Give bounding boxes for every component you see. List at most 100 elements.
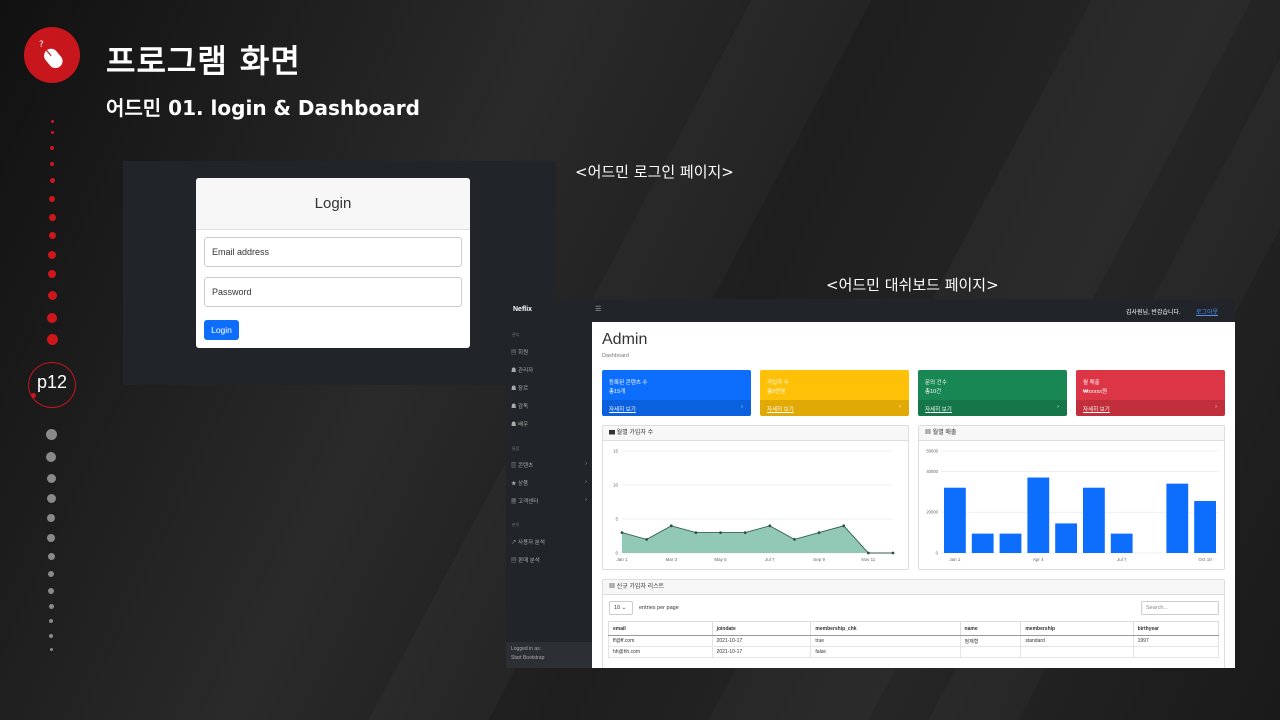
menu-icon[interactable]: ☰ xyxy=(595,305,601,313)
table-search-input[interactable]: Search... xyxy=(1141,601,1219,615)
stat-card-contents: 등록된 콘텐츠 수 총15개 자세히 보기 › xyxy=(602,370,751,416)
column-header[interactable]: membership_chk xyxy=(810,621,961,636)
panel-header: ▦ 월별 매출 xyxy=(919,426,1224,441)
entries-select[interactable]: 10 ⌄ xyxy=(609,601,633,615)
y-tick-label: 5 xyxy=(615,517,618,522)
area-fill xyxy=(622,525,893,553)
sidebar: 관리 ▤ 회원 ☗ 관리자 ☗ 장르 ☗ 감독 ☗ 배우 통합 ▥ 콘텐츠 › ★… xyxy=(506,322,592,668)
card-footer[interactable]: 자세히 보기 › xyxy=(602,400,751,416)
star-icon: ★ xyxy=(511,481,517,487)
data-point xyxy=(743,531,747,534)
sidebar-item-sales-analysis[interactable]: ▤ 판매 분석 xyxy=(511,556,589,564)
login-title: Login xyxy=(196,178,470,230)
column-header[interactable]: membership xyxy=(1020,621,1134,636)
monthly-members-panel: ▆ 월별 가입자 수 0 5 10 15 Jan 1 Mar 3 May 5 Jul 7 Sep… xyxy=(602,425,909,570)
table-row[interactable]: hh@hh.com 2021-10-17 false xyxy=(608,646,1220,658)
password-field[interactable]: Password xyxy=(204,277,462,307)
table-cell: 정재형 xyxy=(959,635,1022,647)
bar xyxy=(1110,533,1133,553)
book-icon: ▦ xyxy=(511,499,517,505)
chevron-right-icon: › xyxy=(1057,404,1059,410)
data-point xyxy=(719,531,722,534)
sidebar-item-label: 감독 xyxy=(518,404,529,410)
logout-link[interactable]: 로그아웃 xyxy=(1196,307,1218,316)
x-tick-label: Sep 9 xyxy=(813,557,825,562)
sidebar-item-products[interactable]: ★ 상품 › xyxy=(511,479,589,487)
y-tick-label: 0 xyxy=(615,551,618,556)
stat-card-inquiries: 문의 건수 총10건 자세히 보기 › xyxy=(918,370,1067,416)
email-field[interactable]: Email address xyxy=(204,237,462,267)
table-cell xyxy=(1132,646,1220,658)
dashboard-caption: <어드민 대쉬보드 페이지> xyxy=(826,276,999,294)
sidebar-item-label: 장르 xyxy=(518,386,529,392)
timeline-dot xyxy=(46,334,58,345)
sidebar-item-actors[interactable]: ☗ 배우 xyxy=(511,420,589,428)
x-tick-label: Jul 7 xyxy=(765,557,775,562)
table-cell: 2021-10-17 xyxy=(711,646,812,658)
chevron-right-icon: › xyxy=(585,461,587,467)
new-members-table: email joindate membership_chk name membershi… xyxy=(608,621,1220,658)
card-detail-link[interactable]: 자세히 보기 xyxy=(609,405,636,413)
list-icon: ▤ xyxy=(511,350,517,356)
sidebar-item-support[interactable]: ▦ 고객센터 › xyxy=(511,497,589,505)
chevron-right-icon: › xyxy=(741,404,743,410)
login-caption: <어드민 로그인 페이지> xyxy=(575,163,734,181)
card-footer[interactable]: 자세히 보기 › xyxy=(918,400,1067,416)
table-icon: ▤ xyxy=(511,558,517,564)
sidebar-item-label: 고객센터 xyxy=(518,499,539,505)
greeting-text: 김사원님, 반갑습니다. xyxy=(1126,310,1181,316)
chevron-right-icon: › xyxy=(585,497,587,503)
x-tick-label: Nov 11 xyxy=(861,557,875,562)
card-detail-link[interactable]: 자세히 보기 xyxy=(1083,405,1110,413)
x-tick-label: Jan 1 xyxy=(949,557,961,562)
data-point xyxy=(891,551,895,555)
data-point xyxy=(817,531,821,534)
panel-header: ▦ 신규 가입자 리스트 xyxy=(603,580,1224,595)
sidebar-item-members[interactable]: ▤ 회원 xyxy=(511,348,589,356)
panel-title: 월별 가입자 수 xyxy=(616,430,654,436)
sidebar-item-label: 회원 xyxy=(518,350,529,356)
top-navbar: Neflix ☰ 김사원님, 반갑습니다. 로그아웃 xyxy=(506,299,1235,322)
table-cell: true xyxy=(810,635,961,647)
timeline-dot xyxy=(47,313,57,323)
column-header[interactable]: birthyear xyxy=(1132,621,1220,636)
card-footer[interactable]: 자세히 보기 › xyxy=(760,400,909,416)
monthly-revenue-panel: ▦ 월별 매출 0 20000 40000 50000 Jan 1 Apr 4 Jul 7 O… xyxy=(918,425,1225,570)
sidebar-item-genres[interactable]: ☗ 장르 xyxy=(511,384,589,392)
y-tick-label: 15 xyxy=(613,449,619,454)
sidebar-item-contents[interactable]: ▥ 콘텐츠 › xyxy=(511,461,589,469)
bar xyxy=(1083,487,1105,553)
sidebar-item-directors[interactable]: ☗ 감독 xyxy=(511,402,589,410)
timeline-dot xyxy=(48,571,54,577)
chevron-right-icon: › xyxy=(1215,404,1217,410)
panel-title: 월별 매출 xyxy=(932,430,957,436)
brand-name[interactable]: Neflix xyxy=(513,306,532,313)
sidebar-item-user-analysis[interactable]: ↗ 사용자 분석 xyxy=(511,538,589,546)
svg-text:?: ? xyxy=(39,40,44,50)
logo-icon: ? xyxy=(24,27,80,83)
timeline-dot xyxy=(50,146,54,150)
card-detail-link[interactable]: 자세히 보기 xyxy=(925,405,952,413)
bar xyxy=(944,487,966,553)
card-value: 총10건 xyxy=(925,389,942,395)
timeline-dot xyxy=(50,131,54,134)
login-button[interactable]: Login xyxy=(204,320,239,340)
login-screenshot: Login Email address Password Login xyxy=(123,161,556,385)
timeline-dot xyxy=(49,178,55,183)
data-point xyxy=(645,538,649,541)
sidebar-item-admins[interactable]: ☗ 관리자 xyxy=(511,366,589,374)
timeline-dot xyxy=(48,588,54,594)
timeline-dot xyxy=(48,232,56,239)
column-header[interactable]: name xyxy=(959,621,1022,636)
column-header[interactable]: joindate xyxy=(711,621,812,636)
column-header[interactable]: email xyxy=(608,621,713,636)
bar xyxy=(1027,477,1050,553)
table-row[interactable]: ff@ff.com 2021-10-17 true 정재형 standard 1997 xyxy=(608,635,1220,647)
card-detail-link[interactable]: 자세히 보기 xyxy=(767,405,794,413)
y-tick-label: 40000 xyxy=(926,469,938,474)
card-footer[interactable]: 자세히 보기 › xyxy=(1076,400,1225,416)
sidebar-item-label: 판매 분석 xyxy=(518,558,540,564)
x-tick-label: Apr 4 xyxy=(1033,557,1044,562)
card-label: 등록된 콘텐츠 수 xyxy=(609,380,648,386)
dashboard-title: Admin xyxy=(602,331,648,348)
